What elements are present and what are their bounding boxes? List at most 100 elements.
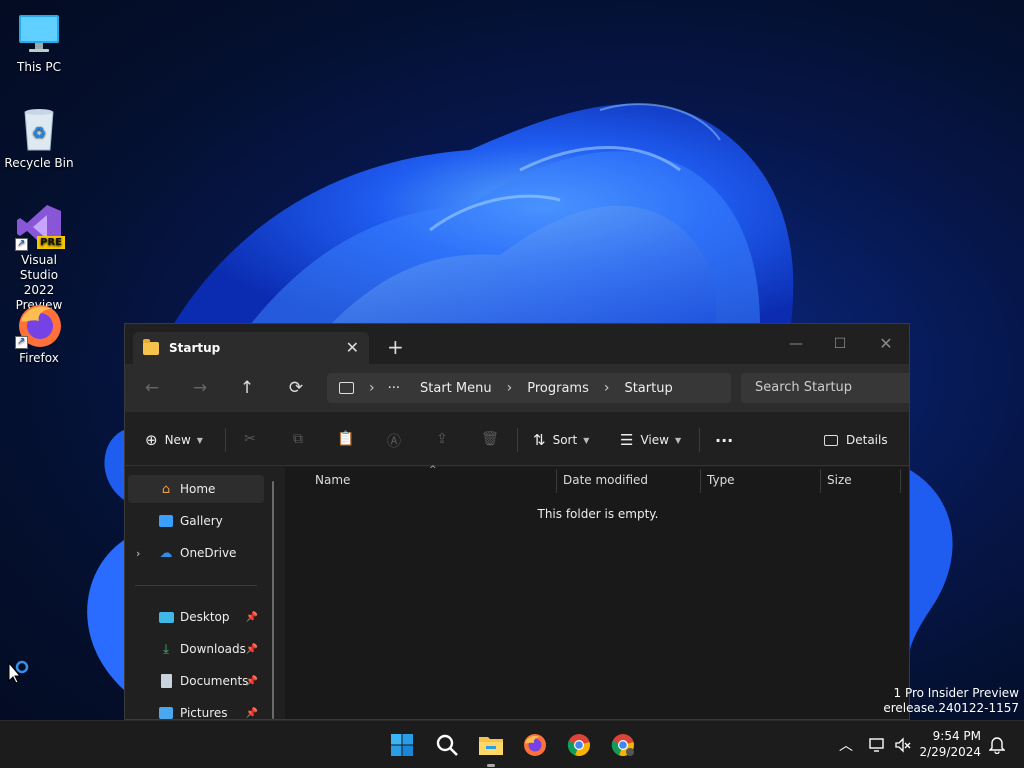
sort-button[interactable]: ⇅ Sort ▼ [533,430,589,450]
maximize-button[interactable]: ☐ [817,330,863,358]
nav-item-gallery[interactable]: Gallery [128,507,264,535]
column-header-size[interactable]: Size [827,473,852,487]
close-tab-icon[interactable]: ✕ [346,338,359,357]
column-header-name[interactable]: Name [315,473,350,487]
view-list-icon: ☰ [620,431,634,449]
desktop-icon-visual-studio[interactable]: PRE Visual Studio 2022 Preview [1,203,77,313]
back-button[interactable]: ← [140,376,164,400]
documents-icon [158,673,174,689]
busy-cursor-icon [8,660,34,690]
command-bar: ⊕ New ▼ ✂ ⧉ 📋 Ⓐ ⇪ 🗑 ⇅ Sort ▼ ☰ View ▼ ··… [125,412,909,466]
chevron-right-icon: › [506,380,513,396]
plus-circle-icon: ⊕ [145,431,158,449]
start-icon [391,734,413,756]
nav-item-documents[interactable]: Documents 📌 [128,667,264,695]
view-button[interactable]: ☰ View ▼ [620,430,681,450]
divider [135,585,257,586]
chrome-canary-icon [611,734,634,757]
column-divider[interactable] [820,469,821,493]
cut-icon[interactable]: ✂ [240,431,260,447]
desktop-icon-firefox[interactable]: Firefox [1,301,77,366]
up-button[interactable]: ↑ [235,376,259,400]
chevron-right-icon[interactable]: › [136,547,140,560]
pin-icon: 📌 [245,707,258,719]
search-input[interactable]: Search Startup [741,373,909,403]
chrome-taskbar-button[interactable] [563,729,595,761]
build-watermark-line2: erelease.240122-1157 [883,701,1019,715]
desktop-icon-this-pc[interactable]: This PC [1,10,77,75]
navigation-pane: ⌂ Home Gallery › ☁ OneDrive Desktop 📌 ⤓ … [125,467,285,719]
new-tab-button[interactable]: + [387,337,404,357]
visual-studio-icon: PRE [15,203,65,251]
empty-folder-message: This folder is empty. [537,507,659,521]
nav-scrollbar[interactable] [272,481,274,719]
chrome-icon [567,734,590,757]
tab-startup[interactable]: Startup ✕ [133,332,369,364]
clock-time: 9:54 PM [932,729,981,743]
new-button[interactable]: ⊕ New ▼ [145,430,203,450]
divider [517,428,518,452]
firefox-icon [15,301,63,349]
breadcrumb-item[interactable]: Startup [624,381,672,396]
arrow-up-icon: ↑ [239,378,255,398]
file-explorer-taskbar-button[interactable] [475,729,507,767]
close-button[interactable]: ✕ [863,330,909,358]
file-explorer-window: Startup ✕ + — ☐ ✕ ← → ↑ ⟳ › ··· Start Me… [124,323,910,720]
more-options-button[interactable]: ··· [715,430,733,450]
refresh-button[interactable]: ⟳ [284,376,308,400]
clock-date: 2/29/2024 [919,745,981,759]
column-divider[interactable] [556,469,557,493]
breadcrumb[interactable]: › ··· Start Menu › Programs › Startup [327,373,731,403]
notifications-button[interactable] [981,729,1013,761]
show-hidden-icons-button[interactable]: ︿ [830,729,862,761]
nav-item-label: OneDrive [180,546,237,560]
forward-button[interactable]: → [188,376,212,400]
share-icon[interactable]: ⇪ [432,431,452,447]
nav-item-label: Home [180,482,216,496]
shortcut-arrow-icon [15,334,28,349]
nav-item-label: Downloads [180,642,246,656]
delete-icon[interactable]: 🗑 [480,431,500,447]
desktop-icon-recycle-bin[interactable]: ♻ Recycle Bin [1,106,77,171]
minimize-button[interactable]: — [773,330,819,358]
title-bar: Startup ✕ + — ☐ ✕ [125,324,909,364]
rename-icon[interactable]: Ⓐ [384,431,404,451]
nav-item-pictures[interactable]: Pictures 📌 [128,699,264,719]
chrome-canary-taskbar-button[interactable] [607,729,639,761]
chevron-down-icon: ▼ [674,435,682,445]
home-icon: ⌂ [161,481,171,497]
nav-item-label: Documents [180,674,249,688]
nav-item-label: Desktop [180,610,230,624]
nav-item-onedrive[interactable]: › ☁ OneDrive [128,539,264,567]
search-button[interactable] [431,729,463,761]
column-divider[interactable] [900,469,901,493]
desktop-icon-label: Firefox [19,351,59,365]
address-bar: ← → ↑ ⟳ › ··· Start Menu › Programs › St… [125,364,909,412]
running-indicator [487,764,495,767]
monitor-icon [15,10,63,58]
volume-button[interactable] [887,729,919,761]
copy-icon[interactable]: ⧉ [288,431,308,447]
desktop-icon-label: Visual Studio [19,253,59,282]
nav-item-downloads[interactable]: ⤓ Downloads 📌 [128,635,264,663]
chevron-down-icon: ▼ [583,435,590,445]
breadcrumb-overflow[interactable]: ··· [388,381,400,396]
arrow-left-icon: ← [144,378,160,398]
start-button[interactable] [386,729,418,761]
breadcrumb-item[interactable]: Start Menu [420,381,492,396]
tab-title: Startup [169,341,221,355]
this-pc-icon [339,382,354,394]
column-divider[interactable] [700,469,701,493]
details-button[interactable]: Details [824,430,888,450]
clock[interactable]: 9:54 PM 2/29/2024 [919,728,981,760]
desktop-icon-label: This PC [17,60,61,74]
nav-item-desktop[interactable]: Desktop 📌 [128,603,264,631]
nav-item-home[interactable]: ⌂ Home [128,475,264,503]
folder-icon [143,338,159,355]
column-header-type[interactable]: Type [707,473,735,487]
chevron-up-icon: ︿ [839,738,853,754]
paste-icon[interactable]: 📋 [336,431,356,447]
column-header-date-modified[interactable]: Date modified [563,473,648,487]
firefox-taskbar-button[interactable] [519,729,551,761]
breadcrumb-item[interactable]: Programs [527,381,589,396]
